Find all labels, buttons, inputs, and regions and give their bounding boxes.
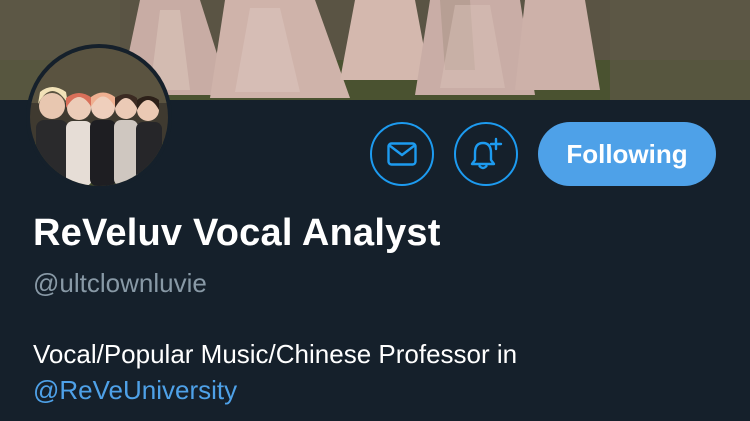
profile-page: Following ReVeluv Vocal Analyst @ultclow… — [0, 0, 750, 421]
bio-mention-link[interactable]: @ReVeUniversity — [33, 372, 237, 408]
profile-avatar[interactable] — [26, 44, 172, 190]
profile-display-name: ReVeluv Vocal Analyst — [33, 212, 441, 254]
profile-handle: @ultclownluvie — [33, 268, 207, 298]
profile-bio: Vocal/Popular Music/Chinese Professor in… — [33, 336, 733, 408]
following-button[interactable]: Following — [538, 122, 716, 186]
bio-text: Vocal/Popular Music/Chinese Professor in — [33, 339, 518, 369]
avatar-photo — [30, 48, 168, 186]
envelope-icon — [387, 142, 417, 166]
message-button[interactable] — [370, 122, 434, 186]
notifications-button[interactable] — [454, 122, 518, 186]
bell-plus-icon — [470, 137, 503, 170]
